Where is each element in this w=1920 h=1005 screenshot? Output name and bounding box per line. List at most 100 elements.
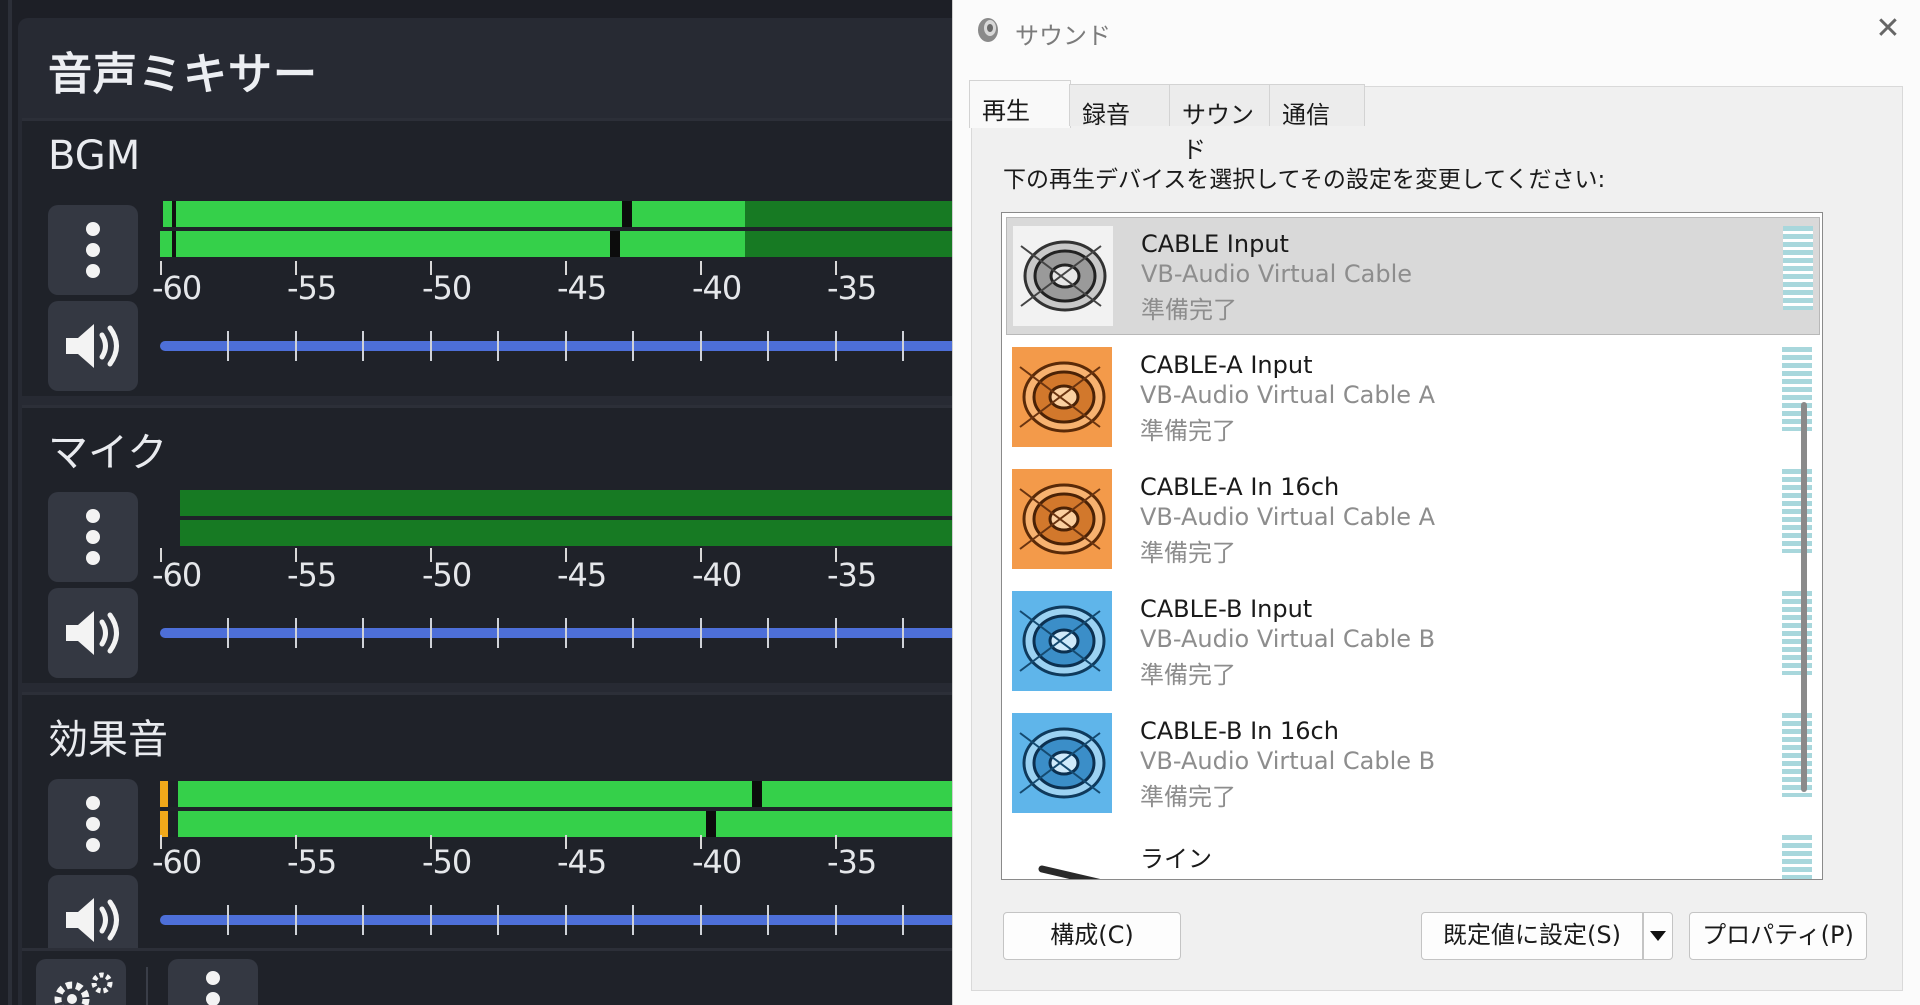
device-description: VB-Audio Virtual Cable B: [1140, 625, 1436, 653]
dock-edge: [8, 0, 12, 1005]
cable-device-icon: [1012, 347, 1112, 447]
chevron-down-icon: [1650, 931, 1666, 941]
tab-playback[interactable]: 再生: [969, 80, 1071, 128]
list-item[interactable]: CABLE Input VB-Audio Virtual Cable 準備完了: [1006, 217, 1820, 335]
list-item[interactable]: CABLE-B In 16ch VB-Audio Virtual Cable B…: [1006, 705, 1820, 823]
channel-mic: マイク -60 -55 -50 -45 -40 -35: [22, 405, 952, 683]
playback-device-list[interactable]: CABLE Input VB-Audio Virtual Cable 準備完了 …: [1001, 212, 1823, 880]
gear-icon: [54, 972, 113, 1005]
level-meter: [1782, 469, 1812, 553]
cable-device-icon: [1012, 713, 1112, 813]
channel-menu-button[interactable]: [48, 205, 138, 295]
instruction-text: 下の再生デバイスを選択してその設定を変更してください:: [1003, 167, 1606, 193]
device-name: CABLE-A In 16ch: [1140, 473, 1340, 501]
set-default-dropdown[interactable]: [1643, 912, 1673, 960]
properties-button[interactable]: プロパティ(P): [1689, 912, 1867, 960]
scale-label: -55: [287, 556, 337, 594]
list-scrollbar[interactable]: [1801, 402, 1807, 792]
mute-button[interactable]: [48, 301, 138, 391]
sound-dialog: サウンド ✕ 再生 録音 サウンド 通信 下の再生デバイスを選択してその設定を変…: [952, 0, 1920, 1005]
speaker-icon: [66, 324, 119, 368]
list-item[interactable]: CABLE-A Input VB-Audio Virtual Cable A 準…: [1006, 339, 1820, 457]
level-meter: [1782, 713, 1812, 797]
device-status: 準備完了: [1140, 661, 1236, 689]
device-status: 準備完了: [1140, 539, 1236, 567]
scale-label: -45: [557, 269, 607, 307]
scale-label: -45: [557, 556, 607, 594]
level-meter: [1782, 591, 1812, 675]
set-default-button[interactable]: 既定値に設定(S): [1421, 912, 1643, 960]
device-status: 準備完了: [1141, 296, 1237, 324]
meter-scale: -60 -55 -50 -45 -40 -35: [152, 835, 952, 881]
scale-label: -40: [692, 269, 742, 307]
volume-meter: [160, 781, 952, 841]
volume-slider[interactable]: [160, 903, 952, 935]
speaker-icon: [66, 611, 119, 655]
channel-name: 効果音: [48, 717, 168, 763]
scale-label: -45: [557, 843, 607, 881]
meter-scale: -60 -55 -50 -45 -40 -35: [152, 548, 952, 594]
list-item[interactable]: CABLE-B Input VB-Audio Virtual Cable B 準…: [1006, 583, 1820, 701]
scale-label: -35: [827, 556, 877, 594]
configure-button[interactable]: 構成(C): [1003, 912, 1181, 960]
volume-meter: [160, 490, 952, 550]
meter-scale: -60 -55 -50 -45 -40 -35: [152, 261, 952, 307]
mixer-title: 音声ミキサー: [48, 49, 318, 100]
mute-button[interactable]: [48, 588, 138, 678]
mixer-menu-button[interactable]: [168, 959, 258, 1005]
toolbar-divider: [146, 967, 148, 1005]
scale-label: -40: [692, 843, 742, 881]
advanced-audio-button[interactable]: [36, 959, 126, 1005]
scale-label: -35: [827, 269, 877, 307]
close-icon[interactable]: ✕: [1871, 14, 1905, 48]
tab-communications[interactable]: 通信: [1269, 84, 1365, 129]
cable-device-icon: [1012, 469, 1112, 569]
scale-label: -55: [287, 843, 337, 881]
channel-name: BGM: [48, 133, 141, 179]
speaker-app-icon: [978, 18, 998, 42]
cable-device-icon: [1013, 226, 1113, 326]
device-name: CABLE-B Input: [1140, 595, 1313, 623]
mixer-toolbar: [22, 948, 952, 1005]
dialog-title: サウンド: [1015, 22, 1111, 50]
more-vertical-icon: [206, 971, 220, 1005]
device-description: VB-Audio Virtual Cable A: [1140, 503, 1436, 531]
device-description: VB-Audio Virtual Cable: [1141, 260, 1413, 288]
more-vertical-icon: [86, 509, 100, 565]
list-item[interactable]: ライン: [1006, 827, 1820, 879]
scale-label: -35: [827, 843, 877, 881]
level-meter: [1783, 226, 1813, 310]
scale-label: -60: [152, 269, 202, 307]
scale-label: -55: [287, 269, 337, 307]
device-name: CABLE-B In 16ch: [1140, 717, 1339, 745]
more-vertical-icon: [86, 796, 100, 852]
line-out-icon: [1012, 835, 1112, 879]
level-meter: [1782, 347, 1812, 431]
device-description: VB-Audio Virtual Cable A: [1140, 381, 1436, 409]
scale-label: -50: [422, 843, 472, 881]
channel-sfx: 効果音 -60 -55 -50 -45 -40 -35: [22, 692, 952, 970]
list-item[interactable]: CABLE-A In 16ch VB-Audio Virtual Cable A…: [1006, 461, 1820, 579]
channel-menu-button[interactable]: [48, 779, 138, 869]
device-name: ライン: [1140, 845, 1212, 873]
volume-slider[interactable]: [160, 616, 952, 648]
scale-label: -50: [422, 269, 472, 307]
channel-bgm: BGM -60 -55 -50 -45 -40 -35: [22, 118, 952, 396]
scale-label: -60: [152, 556, 202, 594]
channel-menu-button[interactable]: [48, 492, 138, 582]
tab-sounds[interactable]: サウンド: [1169, 84, 1271, 164]
scale-label: -50: [422, 556, 472, 594]
volume-slider[interactable]: [160, 329, 952, 361]
device-status: 準備完了: [1140, 783, 1236, 811]
more-vertical-icon: [86, 222, 100, 278]
scale-label: -60: [152, 843, 202, 881]
cable-device-icon: [1012, 591, 1112, 691]
channel-name: マイク: [48, 430, 168, 476]
audio-mixer-panel: 音声ミキサー BGM -60 -55 -50 -45 -40 -35 マイク -…: [0, 0, 952, 1005]
tab-recording[interactable]: 録音: [1069, 84, 1171, 129]
scale-label: -40: [692, 556, 742, 594]
device-description: VB-Audio Virtual Cable B: [1140, 747, 1436, 775]
device-name: CABLE-A Input: [1140, 351, 1313, 379]
device-status: 準備完了: [1140, 417, 1236, 445]
volume-meter: [160, 201, 952, 261]
